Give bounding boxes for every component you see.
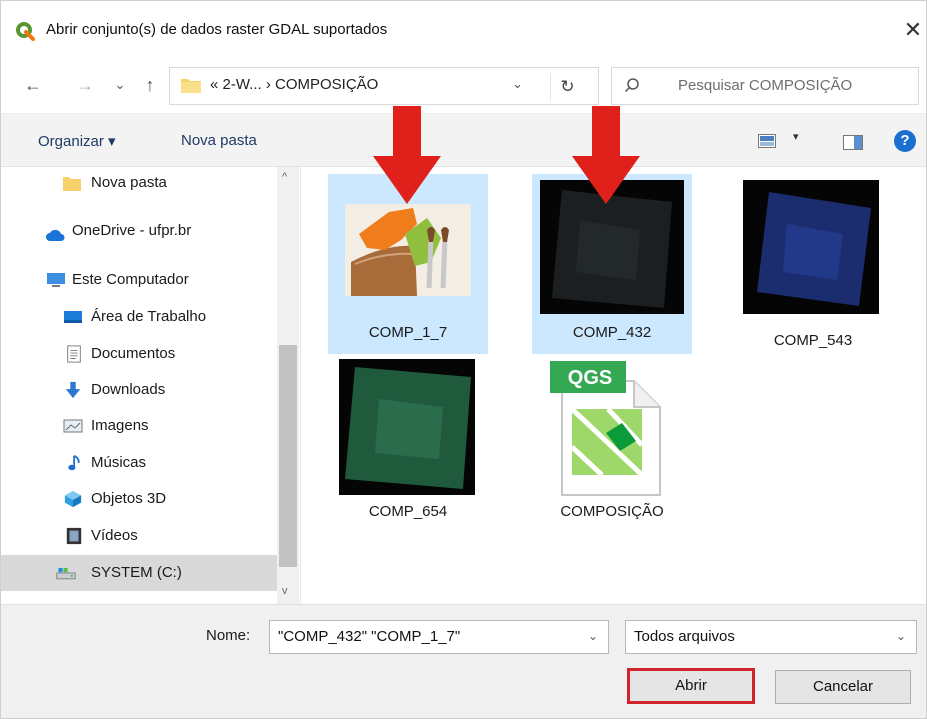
- cancel-button[interactable]: Cancelar: [775, 670, 911, 704]
- view-dropdown-chevron-icon[interactable]: ▾: [793, 130, 799, 143]
- sidebar-item-label: Documentos: [91, 345, 176, 362]
- file-name-input[interactable]: "COMP_432" "COMP_1_7": [278, 628, 460, 645]
- file-type-value: Todos arquivos: [634, 628, 735, 645]
- up-arrow-icon[interactable]: ↑: [138, 73, 162, 97]
- open-button-label: Abrir: [675, 677, 707, 694]
- folder-icon: [181, 79, 201, 93]
- search-input[interactable]: Pesquisar COMPOSIÇÃO: [678, 77, 852, 94]
- file-name: COMPOSIÇÃO: [560, 503, 664, 520]
- sidebar-item-videos[interactable]: Vídeos: [1, 520, 277, 554]
- sidebar-item-label: Músicas: [91, 454, 147, 471]
- sidebar-item-musicas[interactable]: Músicas: [1, 447, 277, 481]
- sidebar-item-label: Imagens: [91, 417, 149, 434]
- sidebar-item-label: Este Computador: [72, 271, 189, 288]
- forward-arrow-icon[interactable]: →: [73, 73, 97, 97]
- title-bar: Abrir conjunto(s) de dados raster GDAL s…: [1, 1, 926, 59]
- qgs-badge: QGS: [567, 367, 613, 389]
- search-box[interactable]: Pesquisar COMPOSIÇÃO: [611, 67, 919, 105]
- qgis-logo-icon: [16, 22, 35, 41]
- scroll-down-chevron-icon[interactable]: v: [282, 585, 288, 597]
- folder-icon: [63, 177, 81, 191]
- file-type-dropdown-chevron-icon[interactable]: ⌄: [896, 629, 906, 643]
- address-bar[interactable]: « 2-W... › COMPOSIÇÃO ⌄ ↻: [169, 67, 599, 105]
- file-name-label: Nome:: [206, 627, 251, 644]
- preview-pane-icon[interactable]: [843, 135, 863, 150]
- open-raster-dialog: Abrir conjunto(s) de dados raster GDAL s…: [0, 0, 927, 719]
- computer-icon: [47, 273, 65, 287]
- sidebar-item-area-de-trabalho[interactable]: Área de Trabalho: [1, 301, 277, 335]
- download-icon: [65, 381, 81, 399]
- scrollbar-thumb[interactable]: [279, 345, 297, 567]
- sidebar-item-objetos-3d[interactable]: Objetos 3D: [1, 483, 277, 517]
- annotation-arrow-icon: [373, 106, 441, 204]
- recent-locations-chevron-icon[interactable]: ⌄: [108, 73, 132, 97]
- document-icon: [67, 345, 81, 363]
- close-icon[interactable]: ✕: [899, 15, 927, 45]
- file-name: COMP_432: [572, 324, 652, 341]
- annotation-arrow-icon: [572, 106, 640, 204]
- image-icon: [63, 419, 83, 433]
- file-name: COMP_543: [773, 332, 853, 349]
- search-icon: [624, 78, 639, 93]
- drive-icon: [56, 568, 76, 580]
- qgis-raster-file-icon: [345, 204, 471, 296]
- sidebar-item-este-computador[interactable]: Este Computador: [1, 264, 277, 298]
- sidebar-item-imagens[interactable]: Imagens: [1, 410, 277, 444]
- scroll-up-chevron-icon[interactable]: ^: [282, 171, 287, 183]
- cube-icon: [64, 490, 82, 508]
- view-options-icon[interactable]: [758, 134, 776, 148]
- sidebar-item-documentos[interactable]: Documentos: [1, 338, 277, 372]
- cancel-button-label: Cancelar: [812, 678, 874, 695]
- sidebar-item-label: OneDrive - ufpr.br: [72, 222, 192, 239]
- back-arrow-icon[interactable]: ←: [21, 73, 45, 97]
- file-list-view: COMP_1_7 COMP_432 COMP_543 COMP_654 QGS …: [301, 167, 926, 604]
- navigation-pane: Nova pasta OneDrive - ufpr.br Este Compu…: [1, 167, 301, 604]
- sidebar-item-label: Vídeos: [91, 527, 138, 544]
- refresh-icon[interactable]: ↻: [550, 73, 584, 101]
- command-toolbar: Organizar ▾ Nova pasta ▾ ?: [1, 113, 926, 167]
- raster-thumbnail: [743, 180, 879, 314]
- file-item-comp-654[interactable]: COMP_654: [328, 355, 488, 535]
- breadcrumb[interactable]: « 2-W... › COMPOSIÇÃO: [210, 76, 378, 93]
- sidebar-item-label: Área de Trabalho: [91, 308, 207, 325]
- sidebar-item-label: Nova pasta: [91, 174, 167, 191]
- sidebar-item-nova-pasta[interactable]: Nova pasta: [1, 167, 277, 201]
- desktop-icon: [64, 311, 82, 323]
- open-button[interactable]: Abrir: [627, 668, 755, 704]
- raster-thumbnail: [339, 359, 475, 495]
- video-icon: [66, 527, 82, 545]
- file-type-select[interactable]: Todos arquivos ⌄: [625, 620, 917, 654]
- address-dropdown-chevron-icon[interactable]: ⌄: [512, 76, 523, 92]
- file-name: COMP_1_7: [368, 324, 448, 341]
- sidebar-item-label: Downloads: [91, 381, 166, 398]
- dialog-footer: Nome: "COMP_432" "COMP_1_7" ⌄ Todos arqu…: [1, 604, 926, 718]
- sidebar-item-label: SYSTEM (C:): [91, 564, 182, 581]
- organize-button[interactable]: Organizar ▾: [38, 132, 116, 150]
- file-name: COMP_654: [368, 503, 448, 520]
- file-item-composicao[interactable]: QGS COMPOSIÇÃO: [532, 355, 692, 535]
- sidebar-item-label: Objetos 3D: [91, 490, 167, 507]
- music-icon: [68, 454, 80, 471]
- sidebar-item-downloads[interactable]: Downloads: [1, 374, 277, 408]
- help-icon[interactable]: ?: [894, 130, 916, 152]
- file-name-field[interactable]: "COMP_432" "COMP_1_7" ⌄: [269, 620, 609, 654]
- cloud-icon: [46, 229, 65, 241]
- sidebar-item-onedrive[interactable]: OneDrive - ufpr.br: [1, 215, 277, 249]
- sidebar-scrollbar[interactable]: ^ v: [277, 167, 299, 604]
- new-folder-button[interactable]: Nova pasta: [181, 132, 257, 149]
- file-item-comp-543[interactable]: COMP_543: [733, 174, 893, 354]
- navigation-bar: ← → ⌄ ↑ « 2-W... › COMPOSIÇÃO ⌄ ↻ Pesqui…: [1, 59, 926, 113]
- sidebar-item-system-c[interactable]: SYSTEM (C:): [1, 555, 277, 591]
- file-name-dropdown-chevron-icon[interactable]: ⌄: [588, 629, 598, 643]
- window-title: Abrir conjunto(s) de dados raster GDAL s…: [46, 21, 388, 38]
